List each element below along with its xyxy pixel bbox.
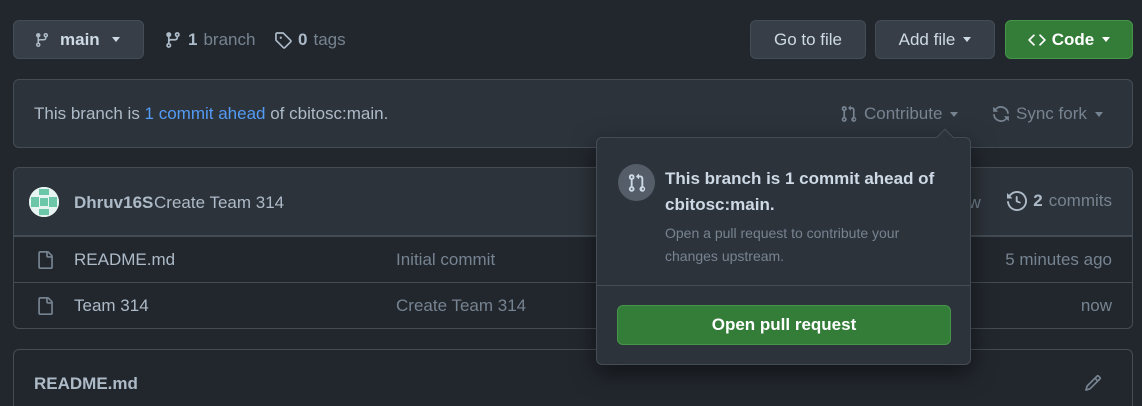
branches-count: 1 [188, 30, 198, 49]
sync-icon [992, 105, 1010, 123]
code-label: Code [1051, 29, 1095, 49]
git-branch-icon [164, 31, 182, 49]
branch-icon [34, 32, 50, 48]
file-commit-time: now [1080, 296, 1112, 315]
branch-select-button[interactable]: main [13, 20, 144, 59]
file-name[interactable]: Team 314 [74, 296, 149, 316]
status-suffix: of cbitosc:main. [265, 104, 389, 123]
popover-description: Open a pull request to contribute your c… [665, 225, 900, 264]
branch-status-text: This branch is 1 commit ahead of cbitosc… [34, 104, 388, 124]
tag-icon [274, 31, 292, 49]
tags-link[interactable]: 0 tags [274, 30, 346, 50]
file-icon [36, 296, 54, 316]
chevron-down-icon [1102, 37, 1111, 42]
chevron-down-icon [111, 37, 120, 42]
chevron-down-icon [950, 111, 959, 117]
commits-ahead-link[interactable]: 1 commit ahead [145, 104, 266, 123]
contribute-button[interactable]: Contribute [840, 104, 959, 124]
status-prefix: This branch is [34, 104, 145, 123]
pencil-icon[interactable] [1084, 374, 1102, 392]
branches-label: branch [203, 30, 256, 49]
history-icon [1007, 191, 1028, 211]
pull-request-icon [840, 105, 858, 123]
sync-fork-label: Sync fork [1016, 104, 1087, 123]
file-name[interactable]: README.md [74, 250, 175, 270]
add-file-label: Add file [898, 29, 956, 49]
go-to-file-button[interactable]: Go to file [750, 20, 866, 59]
branches-link[interactable]: 1 branch [164, 30, 255, 50]
commits-label: commits [1048, 191, 1112, 210]
avatar[interactable] [29, 187, 59, 217]
divider [597, 285, 970, 286]
code-icon [1028, 31, 1046, 49]
go-to-file-label: Go to file [773, 29, 843, 49]
commits-count: 2 [1033, 191, 1043, 210]
file-commit-time: 5 minutes ago [1005, 250, 1112, 269]
tags-count: 0 [298, 30, 308, 49]
branch-label: main [60, 29, 100, 49]
popover-title: This branch is 1 commit ahead of cbitosc… [665, 169, 935, 214]
commit-message[interactable]: Create Team 314 [154, 193, 284, 213]
contribute-popover: This branch is 1 commit ahead of cbitosc… [596, 128, 971, 365]
code-button[interactable]: Code [1005, 20, 1133, 59]
file-commit-message[interactable]: Initial commit [396, 250, 495, 270]
sync-fork-button[interactable]: Sync fork [992, 104, 1103, 124]
readme-title[interactable]: README.md [34, 374, 138, 394]
commits-history-link[interactable]: 2 commits [1007, 191, 1112, 211]
file-icon [36, 250, 54, 270]
tags-label: tags [313, 30, 346, 49]
contribute-label: Contribute [864, 104, 943, 123]
commit-author[interactable]: Dhruv16S [74, 193, 153, 213]
file-commit-message[interactable]: Create Team 314 [396, 296, 526, 316]
chevron-down-icon [1094, 111, 1103, 117]
open-pull-request-button[interactable]: Open pull request [617, 305, 951, 345]
add-file-button[interactable]: Add file [875, 20, 995, 59]
chevron-down-icon [963, 37, 972, 42]
pull-request-icon [618, 164, 655, 201]
